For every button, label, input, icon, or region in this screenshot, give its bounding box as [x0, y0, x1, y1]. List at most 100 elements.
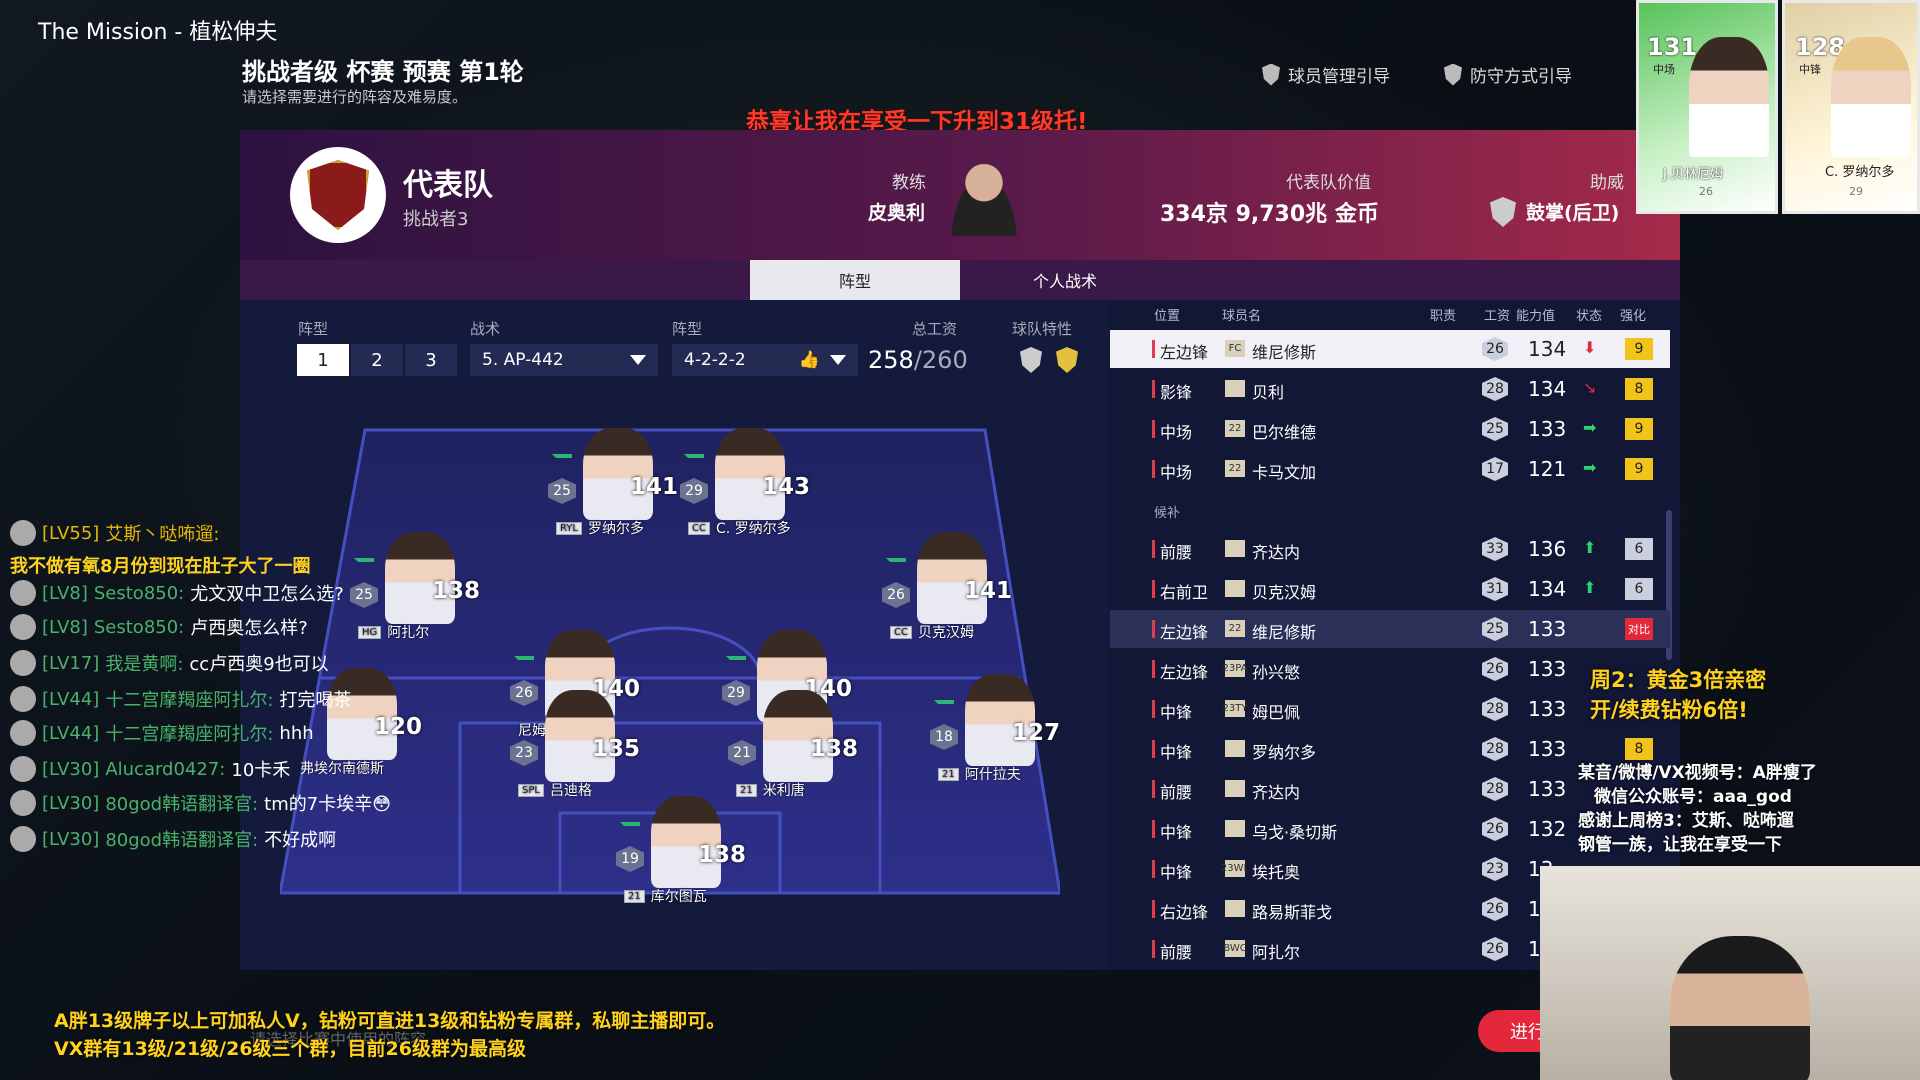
club-badge-icon [1225, 820, 1245, 837]
tab-tactics[interactable]: 个人战术 [960, 260, 1170, 300]
pitch-player[interactable]: 23 135 SPL 吕迪格 [500, 690, 670, 810]
row-ovr: 121 [1528, 457, 1567, 481]
player-list-row[interactable]: 影锋 贝利 28 134 ↘ 8 [1110, 370, 1670, 408]
row-position: 左边锋 [1160, 343, 1209, 362]
col-header-name: 球员名 [1222, 309, 1262, 324]
club-badge-icon: 23PA [1223, 660, 1247, 677]
chevron-up-icon [886, 558, 906, 574]
player-name: 库尔图瓦 [650, 889, 707, 905]
player-list-row[interactable]: 右前卫 贝克汉姆 31 134 ⬆ 6 [1110, 570, 1670, 608]
player-name-row: 21 库尔图瓦 [624, 886, 707, 906]
stage-subtitle: 请选择需要进行的阵容及难易度。 [242, 88, 468, 106]
assist-value: 鼓掌(后卫) [1526, 202, 1620, 224]
player-list-row[interactable]: 中场 22 巴尔维德 25 133 ➡ 9 [1110, 410, 1670, 448]
player-ovr: 138 [698, 842, 747, 868]
chevron-up-icon [514, 656, 534, 672]
defense-guide-button[interactable]: 防守方式引导 [1444, 62, 1572, 87]
player-list-row[interactable]: 前腰 齐达内 33 136 ⬆ 6 [1110, 530, 1670, 568]
chat-avatar [10, 686, 36, 712]
chat-text: 尤文双中卫怎么选? [190, 584, 344, 605]
player-ovr: 138 [810, 736, 859, 762]
player-name: 阿什拉夫 [964, 767, 1021, 783]
formation-slot-3[interactable]: 3 [405, 344, 457, 376]
formation-slot-2[interactable]: 2 [351, 344, 403, 376]
chat-level: [LV30] [42, 792, 100, 814]
chat-level: [LV44] [42, 722, 100, 744]
row-ovr: 132 [1528, 817, 1567, 841]
formation-slot-1[interactable]: 1 [297, 344, 349, 376]
row-player-name: 巴尔维德 [1252, 423, 1317, 442]
row-position: 中锋 [1160, 703, 1193, 722]
player-club-badge: 21 [736, 783, 757, 797]
chevron-down-icon [830, 355, 846, 365]
chevron-up-icon [934, 700, 954, 716]
player-guide-button[interactable]: 球员管理引导 [1262, 62, 1390, 87]
pitch-player[interactable]: 25 138 HG 阿扎尔 [340, 532, 510, 652]
player-ovr: 143 [762, 474, 811, 500]
player-name-row: CC C. 罗纳尔多 [688, 518, 791, 538]
row-ovr: 133 [1528, 617, 1567, 641]
row-player-name: 贝克汉姆 [1252, 583, 1317, 602]
tab-formation[interactable]: 阵型 [750, 260, 960, 300]
promo-side-4: 微信公众账号：aaa_god [1594, 787, 1792, 807]
chat-avatar [10, 790, 36, 816]
card-name: C. 罗纳尔多 [1825, 165, 1895, 180]
chat-user: Sesto850: [93, 616, 185, 638]
position-color-bar [1152, 580, 1155, 598]
formation-slot-label: 阵型 [298, 320, 329, 338]
tactic-label: 战术 [470, 320, 501, 338]
club-badge-icon [1225, 380, 1245, 397]
chat-message: [LV30] 80god韩语翻译官: tm的7卡埃辛😳 [10, 790, 391, 816]
enhance-badge: 8 [1625, 378, 1653, 400]
pitch-player[interactable]: 21 138 21 米利唐 [718, 690, 888, 810]
chat-avatar [10, 756, 36, 782]
row-ovr: 1 [1528, 937, 1541, 961]
promo-side-6: 钢管一族，让我在享受一下 [1578, 835, 1782, 855]
player-club-badge: 21 [624, 889, 645, 903]
pitch-player[interactable]: 29 143 CC C. 罗纳尔多 [670, 428, 840, 548]
row-player-name: 卡马文加 [1252, 463, 1317, 482]
row-position: 中场 [1160, 463, 1193, 482]
chat-text: 我不做有氧8月份到现在肚子大了一圈 [10, 556, 311, 577]
col-header-role: 职责 [1430, 309, 1457, 324]
row-player-name: 路易斯菲戈 [1252, 903, 1333, 922]
row-position: 左边锋 [1160, 623, 1209, 642]
player-name-row: RYL 罗纳尔多 [556, 518, 644, 538]
chat-user: 艾斯丶哒咘遛: [105, 524, 220, 545]
player-club-badge: CC [688, 521, 710, 535]
promo-side-3: 某音/微博/VX视频号：A胖瘦了 [1578, 763, 1817, 783]
promo-side-5: 感谢上周榜3：艾斯、哒咘遛 [1578, 811, 1794, 831]
pitch-player[interactable]: 19 138 21 库尔图瓦 [606, 796, 776, 916]
player-list-row[interactable]: 左边锋 22 维尼修斯 25 133 对比 [1110, 610, 1670, 648]
form-arrow-icon: ⬆ [1583, 538, 1597, 557]
position-color-bar [1152, 420, 1155, 438]
col-header-pos: 位置 [1154, 309, 1181, 324]
trait-label: 球队特性 [1012, 320, 1073, 338]
player-list-row[interactable]: 左边锋 23PA 孙兴慜 26 133 [1110, 650, 1670, 688]
row-ovr: 134 [1528, 377, 1567, 401]
chat-level: [LV8] [42, 616, 88, 638]
chevron-up-icon [684, 454, 704, 470]
player-level: 25 [548, 478, 576, 504]
compare-button[interactable]: 对比 [1625, 618, 1653, 640]
pitch-player[interactable]: 18 127 21 阿什拉夫 [920, 674, 1090, 794]
player-club-badge: HG [358, 625, 382, 639]
shape-dropdown[interactable]: 4-2-2-2 👍 [672, 344, 858, 376]
player-list-row[interactable]: 中场 22 卡马文加 17 121 ➡ 9 [1110, 450, 1670, 488]
subs-label: 候补 [1154, 506, 1181, 521]
pitch-player[interactable]: 26 141 CC 贝克汉姆 [872, 532, 1042, 652]
col-header-state: 状态 [1576, 309, 1603, 324]
player-ovr: 120 [374, 714, 423, 740]
player-list-row[interactable]: 左边锋 FC 维尼修斯 26 134 ⬇ 9 [1110, 330, 1670, 368]
chat-user: 十二宫摩羯座阿扎尔: [105, 690, 274, 711]
chat-avatar [10, 520, 36, 546]
player-list-row[interactable]: 中锋 23TY 姆巴佩 28 133 [1110, 690, 1670, 728]
col-header-enh: 强化 [1620, 309, 1647, 324]
position-color-bar [1152, 780, 1155, 798]
chat-text: hhh [279, 722, 314, 744]
tactic-dropdown[interactable]: 5. AP-442 [470, 344, 658, 376]
chat-message: [LV30] Alucard0427: 10卡禾 [10, 756, 290, 782]
chat-avatar [10, 614, 36, 640]
chat-text: 不好成啊 [264, 830, 337, 851]
card-portrait [1689, 37, 1769, 157]
